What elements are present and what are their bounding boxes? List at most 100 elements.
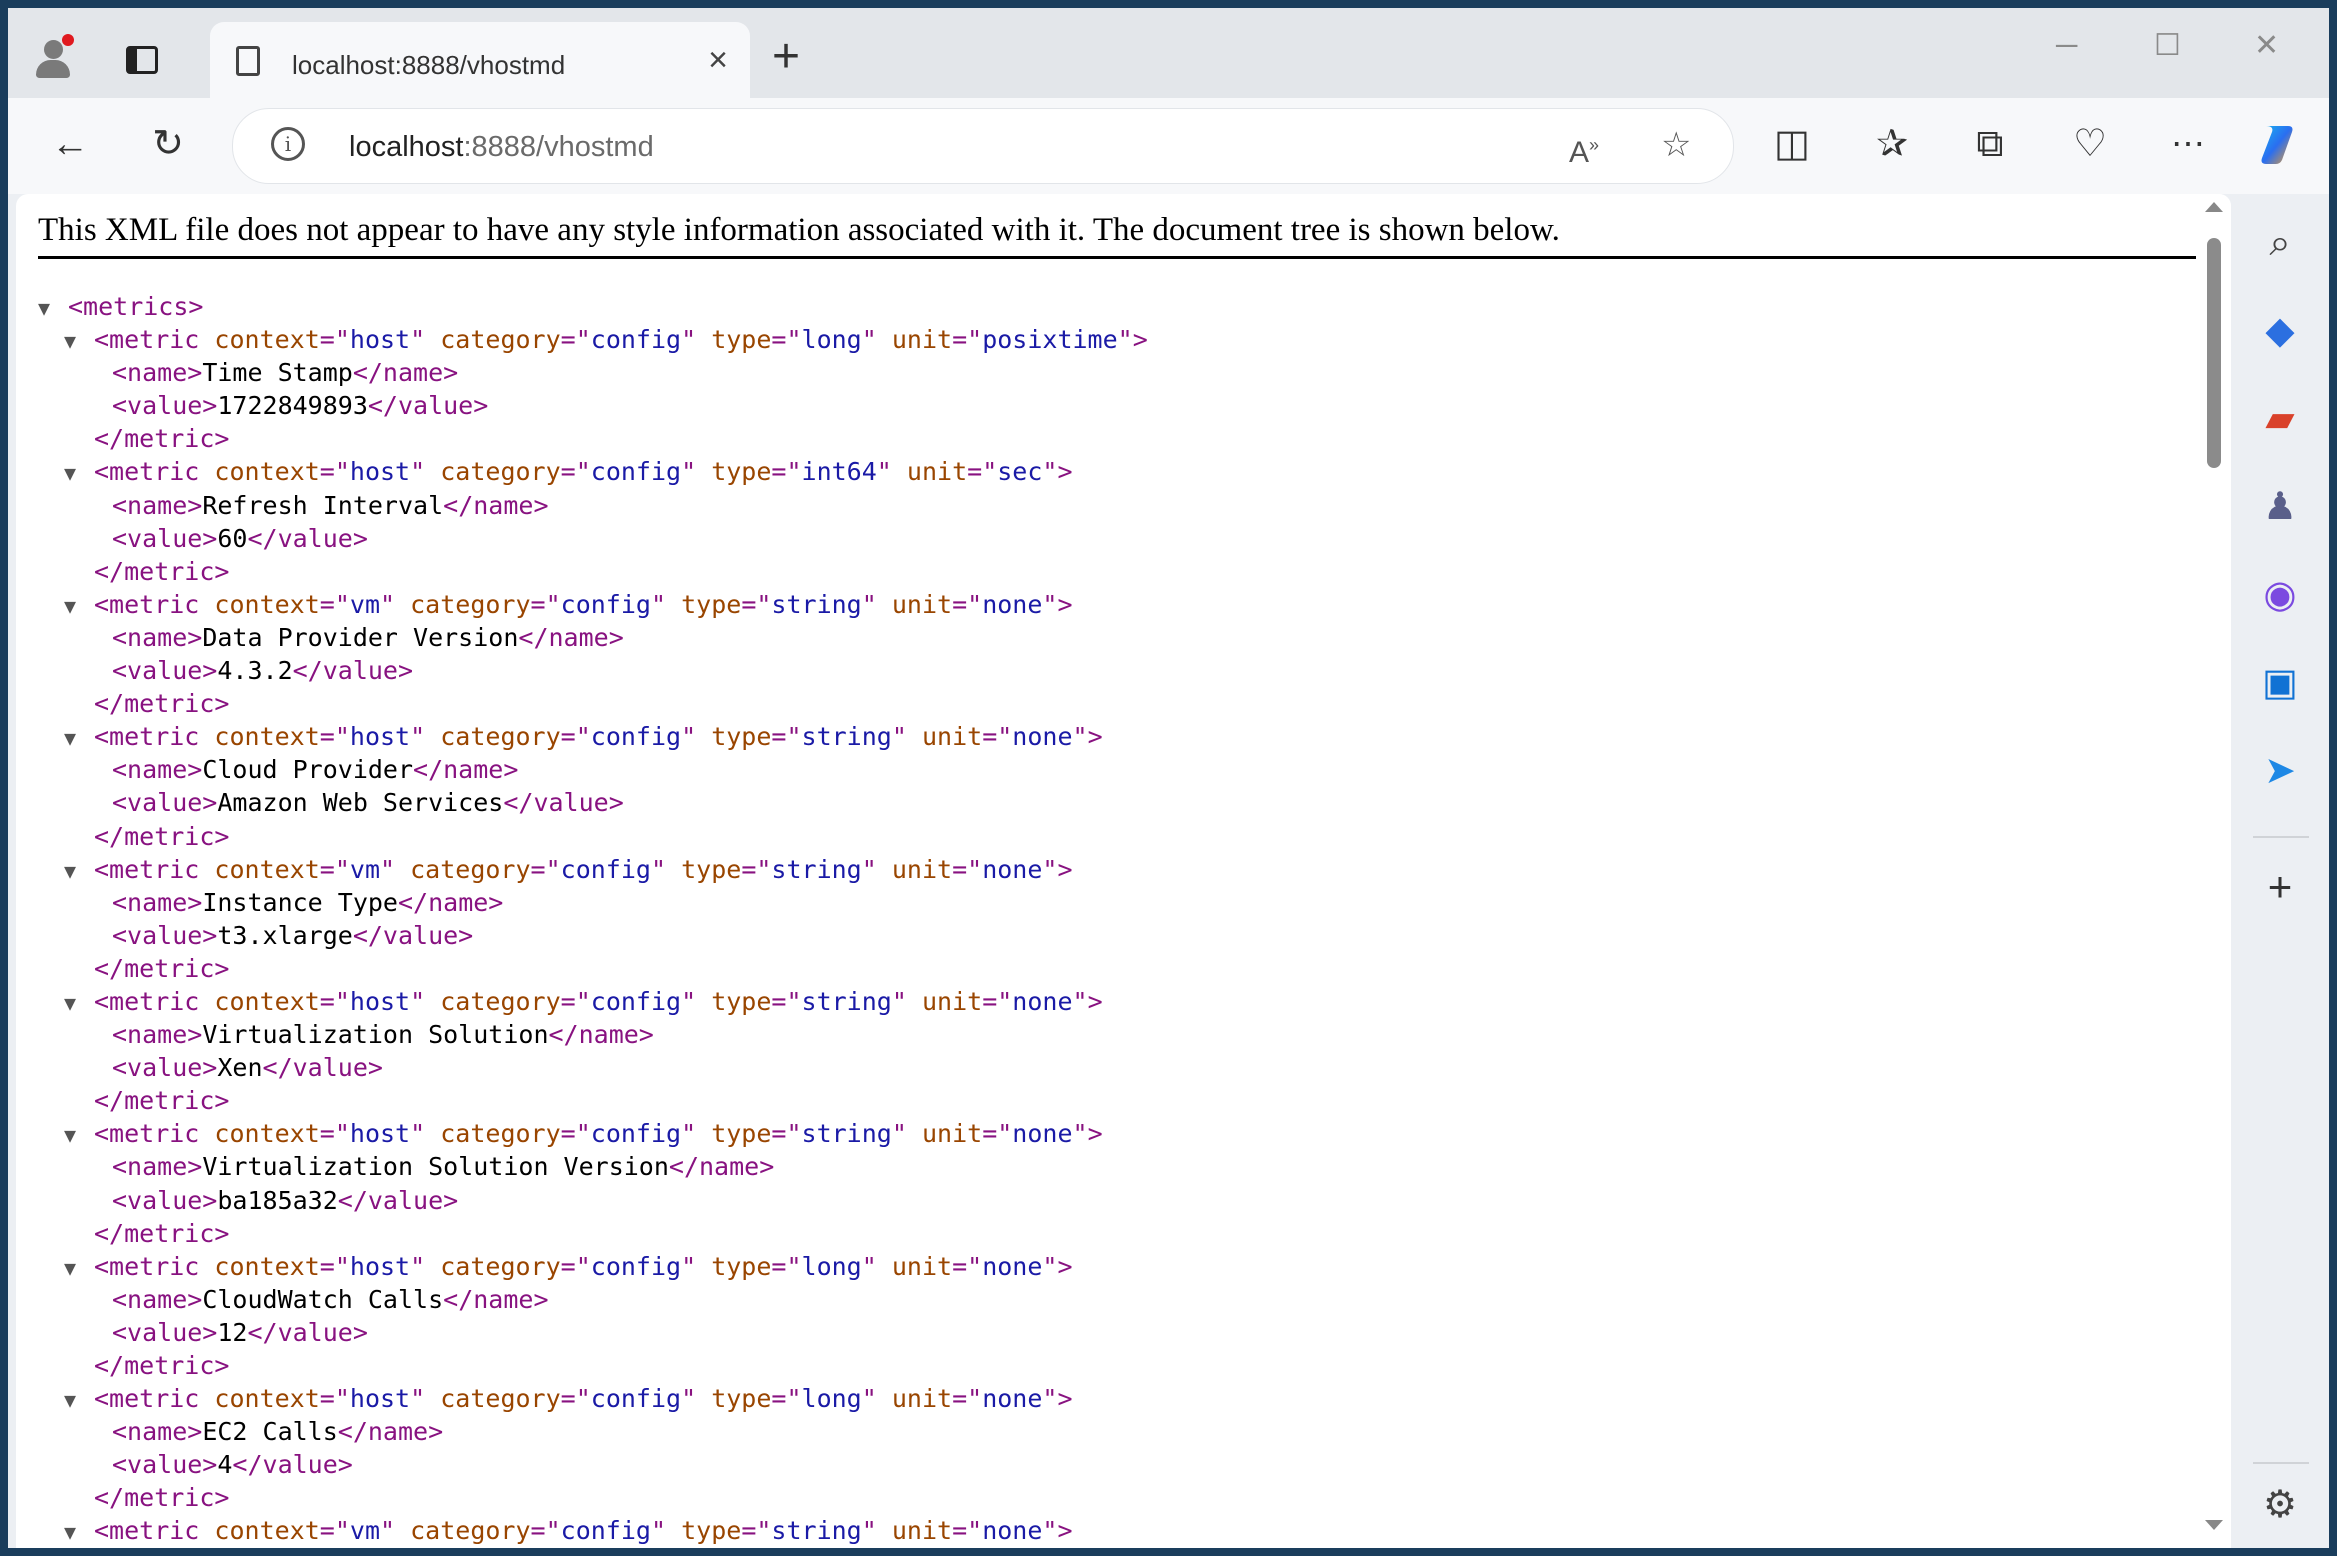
xml-attr-name: context bbox=[214, 1384, 320, 1414]
scroll-thumb[interactable] bbox=[2207, 238, 2221, 468]
settings-icon[interactable]: ⚙ bbox=[2251, 1476, 2309, 1534]
collapse-toggle-icon[interactable]: ▼ bbox=[38, 292, 68, 325]
xml-value-line: <value>t3.xlarge</value> bbox=[38, 919, 1148, 952]
collapse-toggle-icon[interactable]: ▼ bbox=[64, 590, 94, 623]
send-icon[interactable]: ➤ bbox=[2251, 742, 2309, 800]
xml-metric-open[interactable]: ▼ <metric context="vm" category="config" … bbox=[38, 588, 1148, 621]
xml-space bbox=[696, 1252, 711, 1281]
xml-attr-name: unit bbox=[906, 457, 968, 487]
xml-metric-open[interactable]: ▼ <metric context="host" category="config… bbox=[38, 985, 1148, 1018]
xml-punct: =" bbox=[319, 1251, 350, 1281]
xml-tag: </metric> bbox=[94, 1218, 230, 1248]
back-icon[interactable]: ← bbox=[42, 116, 98, 172]
xml-attr-name: category bbox=[440, 325, 561, 355]
scroll-up-icon[interactable] bbox=[2205, 202, 2223, 212]
xml-metric-open[interactable]: ▼ <metric context="vm" category="config" … bbox=[38, 853, 1148, 886]
xml-tag: <name> bbox=[112, 887, 203, 917]
add-icon[interactable]: + bbox=[2251, 858, 2309, 916]
site-info-icon[interactable]: i bbox=[271, 127, 305, 161]
xml-value-text: Xen bbox=[217, 1053, 263, 1083]
xml-punct: " bbox=[861, 589, 877, 619]
xml-punct: " bbox=[681, 986, 697, 1016]
xml-space bbox=[199, 1384, 214, 1413]
xml-punct: " bbox=[1042, 854, 1058, 884]
xml-space bbox=[395, 590, 410, 619]
xml-attr-name: category bbox=[440, 722, 561, 752]
xml-tag: </value> bbox=[337, 1185, 459, 1215]
xml-tag: > bbox=[1057, 1516, 1073, 1546]
xml-metric-open[interactable]: ▼ <metric context="host" category="config… bbox=[38, 720, 1148, 753]
xml-metric-open[interactable]: ▼ <metric context="host" category="config… bbox=[38, 1382, 1148, 1415]
collapse-toggle-icon[interactable]: ▼ bbox=[64, 457, 94, 490]
xml-punct: " bbox=[1072, 722, 1088, 752]
collapse-toggle-icon[interactable]: ▼ bbox=[64, 1119, 94, 1152]
tab-close-icon[interactable]: × bbox=[708, 40, 728, 80]
xml-space bbox=[199, 1119, 214, 1148]
xml-attr-name: category bbox=[410, 1516, 531, 1546]
xml-root-line[interactable]: ▼ <metrics> bbox=[38, 290, 1148, 323]
profile-avatar-icon[interactable] bbox=[30, 34, 76, 80]
xml-tag: <name> bbox=[112, 490, 203, 520]
url-text[interactable]: localhost:8888/vhostmd bbox=[349, 131, 654, 164]
more-icon[interactable]: ⋯ bbox=[2160, 116, 2216, 172]
games-icon[interactable]: ♟ bbox=[2251, 478, 2309, 536]
xml-metric-open[interactable]: ▼ <metric context="host" category="config… bbox=[38, 455, 1148, 488]
minimize-button[interactable]: ─ bbox=[2056, 26, 2077, 66]
new-tab-button[interactable]: + bbox=[772, 32, 800, 82]
collapse-toggle-icon[interactable]: ▼ bbox=[64, 855, 94, 888]
search-icon[interactable]: ⌕ bbox=[2251, 214, 2309, 272]
xml-metric-close: </metric> bbox=[38, 952, 1148, 985]
collapse-toggle-icon[interactable]: ▼ bbox=[64, 1516, 94, 1548]
copilot-icon[interactable] bbox=[2252, 116, 2308, 172]
address-bar[interactable]: i localhost:8888/vhostmd A» ☆ bbox=[232, 108, 1734, 184]
xml-space bbox=[907, 1119, 922, 1148]
collections-icon[interactable]: ⧉ bbox=[1962, 116, 2018, 172]
maximize-button[interactable]: ☐ bbox=[2154, 26, 2181, 66]
xml-tag: </metric> bbox=[94, 1351, 230, 1380]
outlook-icon[interactable]: ▣ bbox=[2251, 654, 2309, 712]
tools-icon[interactable]: ▰ bbox=[2251, 390, 2309, 448]
read-aloud-icon[interactable]: A» bbox=[1569, 123, 1599, 175]
xml-tag: </name> bbox=[337, 1417, 444, 1447]
xml-attr-value: vm bbox=[349, 589, 380, 619]
collapse-toggle-icon[interactable]: ▼ bbox=[64, 1384, 94, 1417]
collapse-toggle-icon[interactable]: ▼ bbox=[64, 722, 94, 755]
xml-metric-open[interactable]: ▼ <metric context="host" category="config… bbox=[38, 1250, 1148, 1283]
favorite-star-icon[interactable]: ☆ bbox=[1661, 123, 1691, 167]
xml-attr-name: context bbox=[214, 1251, 320, 1281]
xml-metric-open[interactable]: ▼ <metric context="host" category="config… bbox=[38, 1117, 1148, 1150]
xml-attr-value: host bbox=[349, 1384, 411, 1414]
xml-punct: =" bbox=[952, 1516, 983, 1546]
scrollbar[interactable] bbox=[2197, 194, 2231, 1548]
sidebar-divider bbox=[2253, 836, 2309, 838]
tab-active[interactable]: localhost:8888/vhostmd × bbox=[210, 22, 750, 98]
xml-attr-value: config bbox=[590, 1384, 682, 1414]
xml-tag: </name> bbox=[352, 358, 459, 388]
browser-essentials-icon[interactable]: ♡ bbox=[2062, 116, 2118, 172]
xml-punct: =" bbox=[319, 325, 350, 355]
xml-punct: =" bbox=[982, 1119, 1013, 1149]
xml-metric-open[interactable]: ▼ <metric context="vm" category="config" … bbox=[38, 1514, 1148, 1547]
xml-space bbox=[425, 1119, 440, 1148]
tab-actions-icon[interactable] bbox=[126, 46, 158, 74]
xml-space bbox=[907, 722, 922, 751]
collapse-toggle-icon[interactable]: ▼ bbox=[64, 987, 94, 1020]
microsoft365-icon[interactable]: ◉ bbox=[2251, 566, 2309, 624]
favorites-icon[interactable]: ✰ bbox=[1864, 116, 1920, 172]
split-screen-icon[interactable]: ◫ bbox=[1764, 116, 1820, 172]
scroll-down-icon[interactable] bbox=[2205, 1520, 2223, 1530]
xml-punct: " bbox=[681, 1119, 697, 1149]
xml-attr-value: vm bbox=[349, 854, 380, 884]
shopping-tag-icon[interactable]: ◆ bbox=[2251, 302, 2309, 360]
xml-attr-name: type bbox=[681, 589, 742, 619]
collapse-toggle-icon[interactable]: ▼ bbox=[64, 325, 94, 358]
xml-metric-close: </metric> bbox=[38, 1084, 1148, 1117]
xml-punct: =" bbox=[319, 854, 350, 884]
refresh-icon[interactable]: ↻ bbox=[140, 116, 196, 172]
xml-punct: =" bbox=[771, 1251, 802, 1281]
collapse-toggle-icon[interactable]: ▼ bbox=[64, 1252, 94, 1285]
xml-attr-name: category bbox=[440, 1384, 561, 1414]
xml-metric-open[interactable]: ▼ <metric context="host" category="config… bbox=[38, 323, 1148, 356]
close-window-button[interactable]: ✕ bbox=[2254, 26, 2279, 66]
xml-name-text: Refresh Interval bbox=[202, 490, 444, 520]
